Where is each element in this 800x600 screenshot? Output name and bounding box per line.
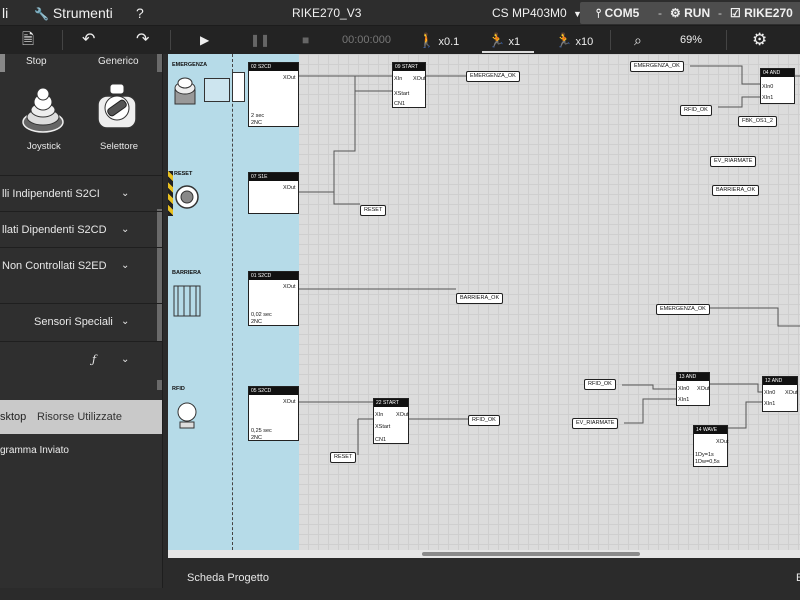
program-sent-status: gramma Inviato bbox=[0, 445, 69, 456]
speed-x01[interactable]: 🚶 x0.1 bbox=[418, 26, 459, 54]
sidebar-scrollbar-top[interactable] bbox=[157, 54, 162, 72]
connection-bar: ⫯ COM5 - ⚙ RUN - ☑ RIKE270 bbox=[580, 2, 800, 24]
chevron-down-icon: ⌄ bbox=[121, 354, 130, 365]
tag-ev-riarmate-low[interactable]: EV_RIARMATE bbox=[572, 418, 619, 429]
menu-file[interactable]: li bbox=[2, 0, 8, 26]
tab-project-sheet[interactable]: Scheda Progetto bbox=[187, 572, 269, 584]
undo-icon[interactable]: ↶ bbox=[82, 26, 95, 54]
sprint-icon: 🏃 bbox=[555, 32, 573, 48]
menu-tools[interactable]: 🔧 Strumenti bbox=[34, 0, 113, 26]
joystick-icon[interactable] bbox=[20, 82, 66, 134]
category-stop[interactable]: Stop bbox=[26, 56, 47, 67]
sim-time: 00:00:000 bbox=[342, 34, 391, 46]
start-block-b[interactable]: 22 START XIn XOut XStart CN1 bbox=[373, 398, 409, 444]
com-port[interactable]: ⫯ COM5 bbox=[596, 0, 639, 26]
pause-icon[interactable]: ❚❚ bbox=[250, 26, 270, 54]
menu-help[interactable]: ? bbox=[136, 0, 144, 26]
tab-resources[interactable]: Risorse Utilizzate bbox=[37, 400, 122, 434]
tag-fbk-os1[interactable]: FBK_OS1_2 bbox=[738, 116, 777, 127]
section-functions[interactable]: ƒ ⌄ bbox=[0, 341, 162, 377]
tag-rfid-ok[interactable]: RFID_OK bbox=[468, 415, 500, 426]
toolbar: 🗎 ↶ ↷ ▶ ❚❚ ■ 00:00:000 🚶 x0.1 🏃 x1 🏃 x10… bbox=[0, 26, 800, 54]
component-sidebar: Stop Generico Joystick Selettore lli Ind… bbox=[0, 54, 163, 588]
walk-icon: 🚶 bbox=[418, 32, 436, 48]
bottom-right-tab[interactable]: E bbox=[796, 572, 800, 584]
project-title: RIKE270_V3 bbox=[292, 6, 362, 20]
run-icon: 🏃 bbox=[488, 32, 506, 48]
play-icon[interactable]: ▶ bbox=[200, 26, 209, 54]
export-file-icon[interactable]: 🗎 bbox=[22, 26, 34, 54]
chevron-down-icon: ⌄ bbox=[121, 316, 130, 327]
tag-barriera-ok-right[interactable]: BARRIERA_OK bbox=[712, 185, 760, 196]
start-block-a[interactable]: 09 START XIn XOut XStart CN1 bbox=[392, 62, 426, 108]
selector-label: Selettore bbox=[100, 141, 139, 152]
tag-emergenza-ok-right[interactable]: EMERGENZA_OK bbox=[630, 61, 684, 72]
panel-tabs: sktop Risorse Utilizzate bbox=[0, 400, 162, 434]
section-not-controlled[interactable]: Non Controllati S2ED ⌄ bbox=[0, 247, 162, 283]
and-block-c[interactable]: 13 AND XIn0 XOut XIn1 bbox=[676, 372, 710, 406]
and-block-a[interactable]: 04 AND XIn0 XIn1 bbox=[760, 68, 795, 104]
canvas-horizontal-scrollbar[interactable] bbox=[168, 550, 800, 558]
speed-x1[interactable]: 🏃 x1 bbox=[488, 26, 520, 54]
speed-selected-indicator bbox=[482, 51, 534, 53]
function-icon: ƒ bbox=[92, 353, 97, 366]
menu-bar: li 🔧 Strumenti ? RIKE270_V3 CS MP403M0 ▼… bbox=[0, 0, 800, 26]
wrench-icon: 🔧 bbox=[34, 7, 49, 21]
tab-desktop[interactable]: sktop bbox=[0, 400, 30, 434]
tag-reset-b[interactable]: RESET bbox=[330, 452, 357, 463]
chevron-down-icon: ⌄ bbox=[121, 260, 130, 271]
usb-icon: ⫯ bbox=[596, 6, 602, 20]
bottom-bar: Scheda Progetto E bbox=[163, 558, 800, 600]
tag-rfid-ok-right[interactable]: RFID_OK bbox=[680, 105, 712, 116]
stop-icon[interactable]: ■ bbox=[302, 26, 309, 54]
tag-emergenza-ok-mid[interactable]: EMERGENZA_OK bbox=[656, 304, 710, 315]
joystick-label: Joystick bbox=[27, 141, 61, 152]
scroll-thumb[interactable] bbox=[422, 552, 640, 556]
speed-x10[interactable]: 🏃 x10 bbox=[555, 26, 593, 54]
zoom-level: 69% bbox=[680, 34, 703, 46]
category-generic[interactable]: Generico bbox=[98, 56, 139, 67]
run-status[interactable]: ⚙ RUN bbox=[670, 0, 710, 26]
gear-icon: ⚙ bbox=[670, 6, 681, 20]
zoom-icon[interactable]: ⌕ bbox=[634, 26, 642, 54]
chevron-down-icon: ⌄ bbox=[121, 224, 130, 235]
logic-canvas[interactable]: EMERGENZA 02 S2CD XOut 2 sec 2NC RESET 0… bbox=[168, 54, 800, 550]
and-block-b[interactable]: 12 AND XIn0 XOut XIn1 bbox=[762, 376, 798, 412]
tag-emergenza-ok[interactable]: EMERGENZA_OK bbox=[466, 71, 520, 82]
cs-selector[interactable]: CS MP403M0 ▼ bbox=[492, 0, 582, 26]
settings-gear-icon[interactable]: ⚙ bbox=[752, 26, 767, 54]
selector-switch-icon[interactable] bbox=[94, 82, 140, 134]
tag-ev-riarmate-right[interactable]: EV_RIARMATE bbox=[710, 156, 757, 167]
section-dependent[interactable]: llati Dipendenti S2CD ⌄ bbox=[0, 211, 162, 247]
tag-reset-a[interactable]: RESET bbox=[360, 205, 387, 216]
device-name[interactable]: ☑ RIKE270 bbox=[730, 0, 793, 26]
tag-rfid-ok-low[interactable]: RFID_OK bbox=[584, 379, 616, 390]
chevron-down-icon: ⌄ bbox=[121, 188, 130, 199]
tag-barriera-ok[interactable]: BARRIERA_OK bbox=[456, 293, 504, 304]
wave-block[interactable]: 14 WAVE XOut 1Dy=1s 1Dw=0,5s bbox=[693, 425, 729, 467]
edit-icon: ☑ bbox=[730, 6, 741, 20]
section-independent[interactable]: lli Indipendenti S2CI ⌄ bbox=[0, 175, 162, 211]
section-special-sensors[interactable]: Sensori Speciali ⌄ bbox=[0, 303, 162, 339]
redo-icon[interactable]: ↷ bbox=[136, 26, 149, 54]
